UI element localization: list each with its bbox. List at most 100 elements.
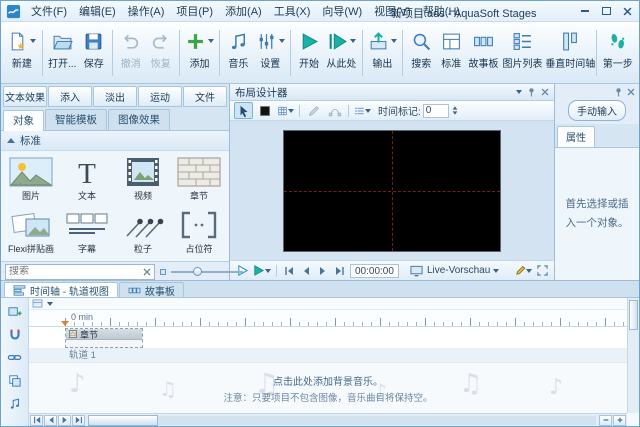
close-icon[interactable] <box>618 4 636 18</box>
magnet-snap-button[interactable] <box>5 326 25 343</box>
track-name[interactable]: 轨道 1 <box>69 349 627 362</box>
scroll-right-icon[interactable] <box>58 414 71 426</box>
track-options-icon[interactable] <box>32 299 43 308</box>
section-standard[interactable]: 标准 <box>1 131 229 151</box>
tab-fade-out[interactable]: 淡出 <box>93 86 137 107</box>
zoom-in-icon[interactable] <box>613 414 626 426</box>
start-button[interactable]: 开始 <box>294 25 324 81</box>
skip-start-button[interactable] <box>282 263 296 279</box>
close-panel-icon[interactable] <box>541 88 549 96</box>
undo-button[interactable]: 撤消 <box>116 25 146 81</box>
time-mark-input[interactable] <box>422 103 449 118</box>
zoom-small-icon[interactable] <box>160 268 166 275</box>
tab-timeline-track-view[interactable]: 时间轴 - 轨道视图 <box>4 282 118 298</box>
close-panel-icon[interactable] <box>627 88 635 96</box>
maximize-icon[interactable] <box>597 4 615 18</box>
chevron-down-icon[interactable] <box>493 268 500 273</box>
step-forward-button[interactable] <box>316 263 330 279</box>
play-from-here-button[interactable]: 从此处 <box>324 25 359 81</box>
object-item-flexi-collage[interactable]: Flexi拼贴画 <box>3 210 59 255</box>
menu-playback[interactable]: 操作(A) <box>122 0 171 22</box>
add-button[interactable]: 添加 <box>183 25 217 81</box>
scrollbar-track[interactable] <box>88 414 596 426</box>
scrollbar-thumb[interactable] <box>629 300 638 330</box>
object-item-subtitle[interactable]: 字幕 <box>59 210 115 255</box>
standard-view-button[interactable]: 标准 <box>436 25 466 81</box>
scrollbar-thumb[interactable] <box>88 414 158 426</box>
search-input[interactable] <box>9 266 141 277</box>
step-back-button[interactable] <box>299 263 313 279</box>
tab-text-effects[interactable]: 文本效果 <box>3 86 47 107</box>
manual-input-button[interactable]: 手动输入 <box>568 100 626 121</box>
output-button[interactable]: 输出 <box>366 25 400 81</box>
timeline-ruler[interactable]: 0 min <box>29 310 627 327</box>
new-button[interactable]: 新建 <box>5 25 39 81</box>
menu-wizards[interactable]: 向导(W) <box>316 0 368 22</box>
layers-button[interactable] <box>5 372 25 389</box>
tab-storyboard[interactable]: 故事板 <box>118 282 184 298</box>
scroll-left-icon[interactable] <box>44 414 57 426</box>
search-button[interactable]: 搜索 <box>406 25 436 81</box>
save-button[interactable]: 保存 <box>79 25 109 81</box>
tab-fade-in[interactable]: 添入 <box>48 86 92 107</box>
align-tool-button[interactable] <box>353 102 372 119</box>
object-item-text[interactable]: T 文本 <box>59 157 115 202</box>
menu-file[interactable]: 文件(F) <box>25 0 73 22</box>
curve-tool-button[interactable] <box>304 102 323 119</box>
pointer-tool-button[interactable] <box>234 102 253 119</box>
timeline-object-row[interactable]: 章节 <box>29 327 627 349</box>
menu-add[interactable]: 添加(A) <box>219 0 268 22</box>
fit-view-button[interactable] <box>535 263 549 279</box>
slider-thumb[interactable] <box>193 266 202 276</box>
vertical-timeline-view-button[interactable]: 垂直时间轴 <box>544 25 596 81</box>
chevron-down-icon[interactable] <box>47 301 53 306</box>
link-tracks-button[interactable] <box>5 349 25 366</box>
menu-edit[interactable]: 编辑(E) <box>73 0 122 22</box>
skip-end-button[interactable] <box>333 263 347 279</box>
object-item-image[interactable]: 图片 <box>3 157 59 202</box>
music-button[interactable]: 音乐 <box>223 25 253 81</box>
redo-button[interactable]: 恢复 <box>146 25 176 81</box>
first-steps-button[interactable]: 第一步 <box>600 25 635 81</box>
tab-properties[interactable]: 属性 <box>557 126 595 147</box>
object-item-placeholder[interactable]: 占位符 <box>171 210 227 255</box>
zoom-out-icon[interactable] <box>599 414 612 426</box>
background-tool-button[interactable] <box>255 102 274 119</box>
tab-motion[interactable]: 运动 <box>138 86 182 107</box>
pin-icon[interactable] <box>527 87 536 97</box>
horizontal-scrollbar[interactable] <box>29 413 627 426</box>
insert-object-button[interactable] <box>5 303 25 320</box>
chapter-object[interactable]: 章节 <box>65 328 143 348</box>
timeline-track-row[interactable]: 轨道 1 <box>29 349 627 363</box>
grid-tool-button[interactable] <box>276 102 295 119</box>
tab-smart-templates[interactable]: 智能模板 <box>45 109 107 130</box>
open-button[interactable]: 打开... <box>46 25 79 81</box>
storyboard-view-button[interactable]: 故事板 <box>466 25 501 81</box>
edit-button[interactable] <box>515 263 532 279</box>
time-mark-spinner[interactable] <box>452 106 458 115</box>
menu-tools[interactable]: 工具(X) <box>268 0 317 22</box>
tab-image-effects[interactable]: 图像效果 <box>108 109 170 130</box>
node-edit-tool-button[interactable] <box>325 102 344 119</box>
tab-objects[interactable]: 对象 <box>3 110 44 131</box>
object-item-particle[interactable]: 粒子 <box>115 210 171 255</box>
object-item-video[interactable]: 视频 <box>115 157 171 202</box>
play-button[interactable] <box>252 263 271 279</box>
preview-mode-label[interactable]: Live-Vorschau <box>427 265 490 276</box>
clear-search-icon[interactable] <box>143 268 151 276</box>
pin-icon[interactable] <box>614 87 623 97</box>
minimize-icon[interactable] <box>576 4 594 18</box>
music-track-button[interactable] <box>5 395 25 412</box>
image-list-view-button[interactable]: 图片列表 <box>501 25 544 81</box>
tab-files[interactable]: 文件 <box>183 86 227 107</box>
object-item-chapter[interactable]: 章节 <box>171 157 227 202</box>
vertical-scrollbar[interactable] <box>627 298 639 413</box>
scroll-end-icon[interactable] <box>72 414 85 426</box>
menu-project[interactable]: 项目(P) <box>170 0 219 22</box>
playhead-marker[interactable] <box>61 321 69 326</box>
thumbnail-size-slider[interactable] <box>171 265 243 279</box>
settings-button[interactable]: 设置 <box>253 25 287 81</box>
preview-canvas[interactable] <box>283 129 501 252</box>
panel-menu-icon[interactable] <box>516 90 522 94</box>
scroll-home-icon[interactable] <box>30 414 43 426</box>
